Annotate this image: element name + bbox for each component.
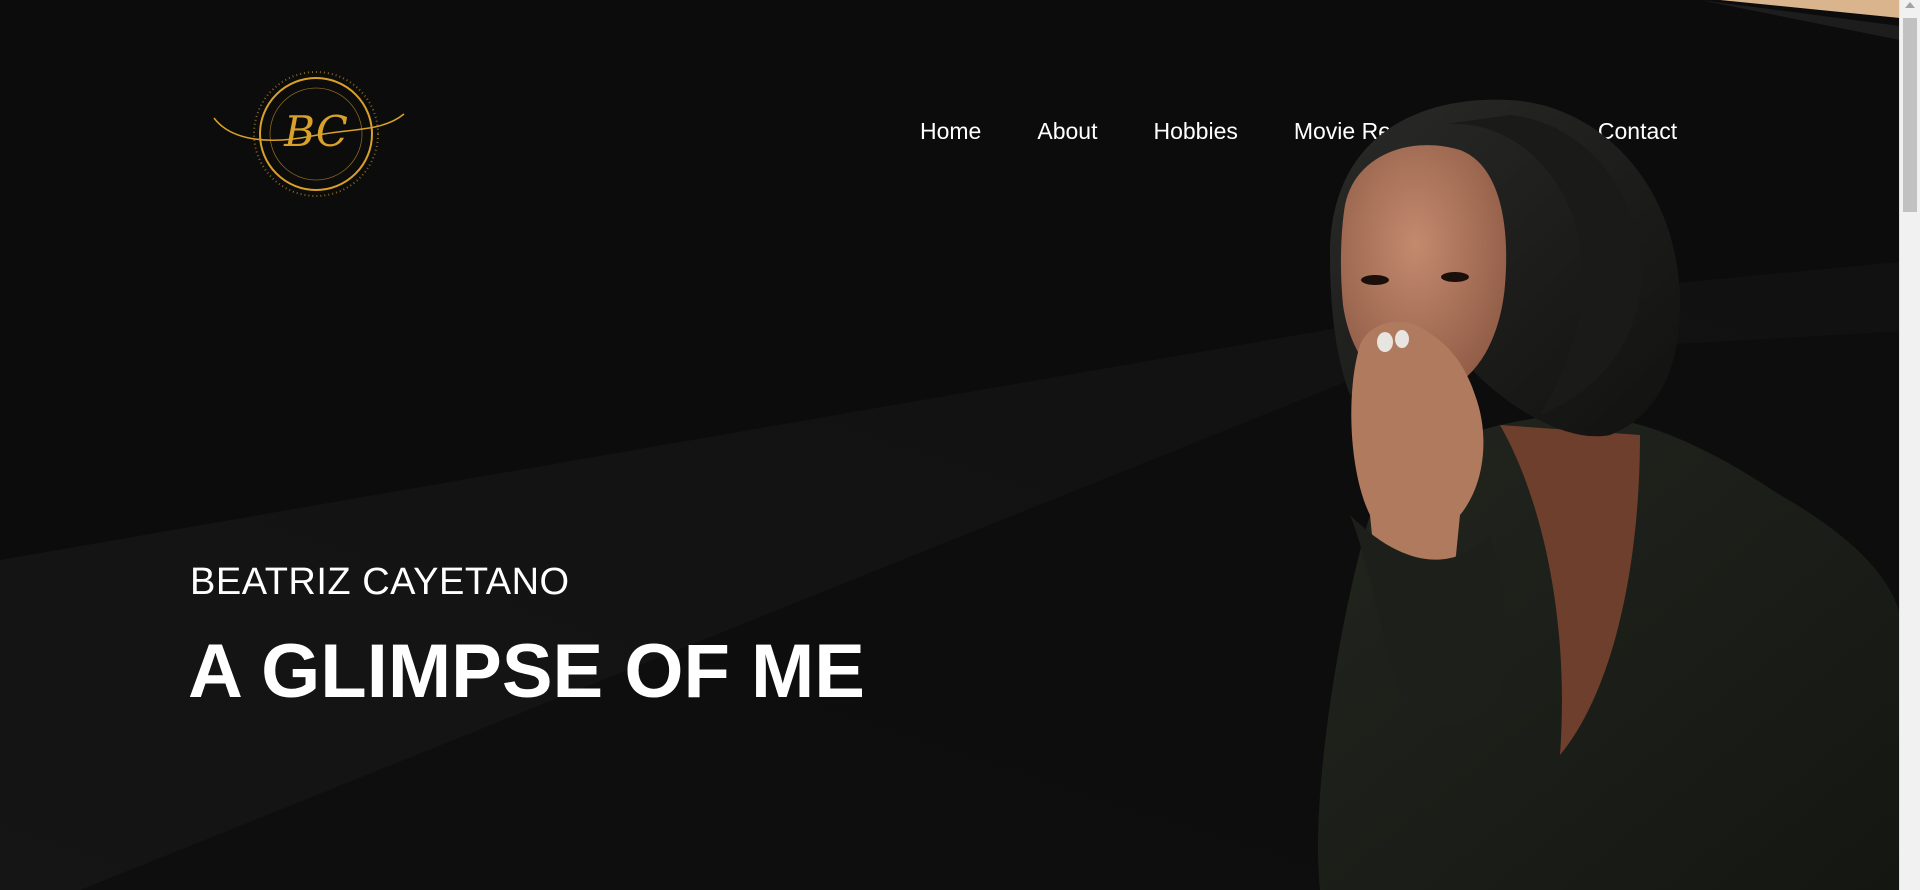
scrollbar-thumb[interactable] xyxy=(1903,18,1917,212)
vertical-scrollbar[interactable] xyxy=(1899,0,1920,890)
brand-logo[interactable]: BC xyxy=(212,62,406,206)
hero-title: A GLIMPSE OF ME xyxy=(188,629,865,714)
page: BC Home About Hobbies Movie Recommendati… xyxy=(0,0,1920,890)
nav-about[interactable]: About xyxy=(1037,116,1097,146)
logo-initials: BC xyxy=(283,107,348,156)
portrait-image xyxy=(1318,99,1900,890)
nav-hobbies[interactable]: Hobbies xyxy=(1153,116,1237,146)
nav-home[interactable]: Home xyxy=(920,116,981,146)
triangle-up-icon[interactable] xyxy=(1905,2,1915,8)
hero-subtitle: BEATRIZ CAYETANO xyxy=(190,561,570,603)
